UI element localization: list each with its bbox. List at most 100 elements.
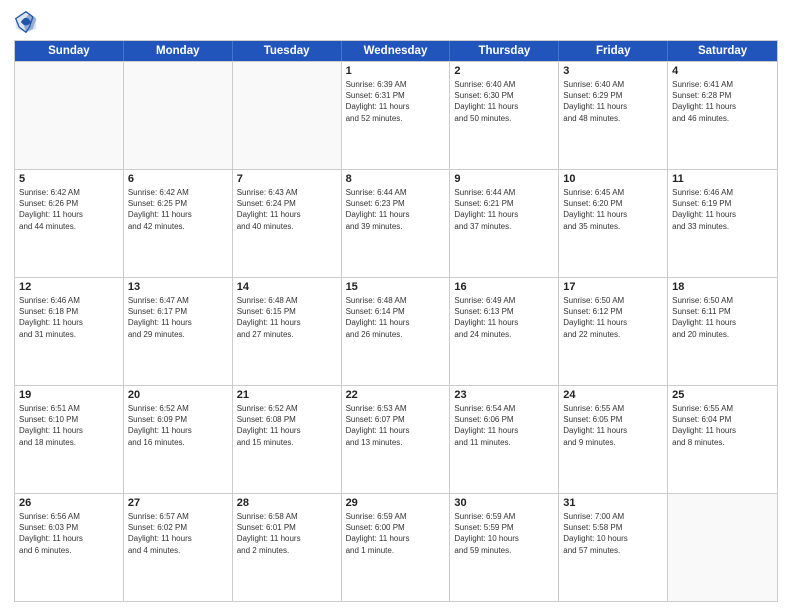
sunrise-line: Sunrise: 6:56 AM	[19, 511, 119, 522]
day-number: 26	[19, 497, 119, 509]
calendar-header-cell: Tuesday	[233, 41, 342, 61]
sunrise-line: Sunrise: 6:45 AM	[563, 187, 663, 198]
day-number: 30	[454, 497, 554, 509]
daylight-line: Daylight: 11 hours	[128, 533, 228, 544]
sunset-line: Sunset: 6:20 PM	[563, 198, 663, 209]
day-number: 25	[672, 389, 773, 401]
day-number: 17	[563, 281, 663, 293]
calendar-cell: 16Sunrise: 6:49 AMSunset: 6:13 PMDayligh…	[450, 278, 559, 385]
calendar-body: 1Sunrise: 6:39 AMSunset: 6:31 PMDaylight…	[15, 61, 777, 601]
sunset-line: Sunset: 6:05 PM	[563, 414, 663, 425]
sunset-line: Sunset: 6:28 PM	[672, 90, 773, 101]
day-number: 11	[672, 173, 773, 185]
sunrise-line: Sunrise: 6:57 AM	[128, 511, 228, 522]
calendar-cell: 31Sunrise: 7:00 AMSunset: 5:58 PMDayligh…	[559, 494, 668, 601]
day-number: 12	[19, 281, 119, 293]
sunrise-line: Sunrise: 6:52 AM	[237, 403, 337, 414]
daylight-line: and 46 minutes.	[672, 113, 773, 124]
sunset-line: Sunset: 6:19 PM	[672, 198, 773, 209]
daylight-line: and 57 minutes.	[563, 545, 663, 556]
sunrise-line: Sunrise: 6:52 AM	[128, 403, 228, 414]
calendar-cell: 29Sunrise: 6:59 AMSunset: 6:00 PMDayligh…	[342, 494, 451, 601]
sunset-line: Sunset: 5:58 PM	[563, 522, 663, 533]
day-number: 14	[237, 281, 337, 293]
calendar-cell: 1Sunrise: 6:39 AMSunset: 6:31 PMDaylight…	[342, 62, 451, 169]
day-number: 21	[237, 389, 337, 401]
calendar-cell: 30Sunrise: 6:59 AMSunset: 5:59 PMDayligh…	[450, 494, 559, 601]
daylight-line: and 15 minutes.	[237, 437, 337, 448]
sunset-line: Sunset: 6:31 PM	[346, 90, 446, 101]
sunset-line: Sunset: 6:21 PM	[454, 198, 554, 209]
sunset-line: Sunset: 6:15 PM	[237, 306, 337, 317]
sunset-line: Sunset: 6:26 PM	[19, 198, 119, 209]
sunset-line: Sunset: 6:25 PM	[128, 198, 228, 209]
daylight-line: Daylight: 11 hours	[346, 317, 446, 328]
calendar-cell: 9Sunrise: 6:44 AMSunset: 6:21 PMDaylight…	[450, 170, 559, 277]
daylight-line: Daylight: 11 hours	[672, 425, 773, 436]
sunrise-line: Sunrise: 6:55 AM	[672, 403, 773, 414]
logo-icon	[14, 10, 38, 34]
calendar-header-cell: Monday	[124, 41, 233, 61]
calendar-cell: 17Sunrise: 6:50 AMSunset: 6:12 PMDayligh…	[559, 278, 668, 385]
day-number: 23	[454, 389, 554, 401]
daylight-line: Daylight: 10 hours	[454, 533, 554, 544]
daylight-line: Daylight: 11 hours	[672, 101, 773, 112]
daylight-line: Daylight: 11 hours	[563, 317, 663, 328]
sunset-line: Sunset: 6:09 PM	[128, 414, 228, 425]
sunset-line: Sunset: 6:04 PM	[672, 414, 773, 425]
sunrise-line: Sunrise: 6:44 AM	[454, 187, 554, 198]
daylight-line: Daylight: 11 hours	[454, 101, 554, 112]
daylight-line: and 20 minutes.	[672, 329, 773, 340]
day-number: 8	[346, 173, 446, 185]
sunrise-line: Sunrise: 6:40 AM	[563, 79, 663, 90]
calendar-cell: 13Sunrise: 6:47 AMSunset: 6:17 PMDayligh…	[124, 278, 233, 385]
calendar-cell: 14Sunrise: 6:48 AMSunset: 6:15 PMDayligh…	[233, 278, 342, 385]
calendar-header-cell: Friday	[559, 41, 668, 61]
daylight-line: and 39 minutes.	[346, 221, 446, 232]
daylight-line: and 29 minutes.	[128, 329, 228, 340]
daylight-line: Daylight: 11 hours	[346, 209, 446, 220]
sunrise-line: Sunrise: 6:54 AM	[454, 403, 554, 414]
sunset-line: Sunset: 6:02 PM	[128, 522, 228, 533]
day-number: 28	[237, 497, 337, 509]
calendar-cell: 22Sunrise: 6:53 AMSunset: 6:07 PMDayligh…	[342, 386, 451, 493]
daylight-line: and 42 minutes.	[128, 221, 228, 232]
day-number: 9	[454, 173, 554, 185]
daylight-line: Daylight: 11 hours	[128, 425, 228, 436]
calendar-cell: 19Sunrise: 6:51 AMSunset: 6:10 PMDayligh…	[15, 386, 124, 493]
daylight-line: and 48 minutes.	[563, 113, 663, 124]
daylight-line: and 22 minutes.	[563, 329, 663, 340]
sunrise-line: Sunrise: 6:59 AM	[454, 511, 554, 522]
sunset-line: Sunset: 6:17 PM	[128, 306, 228, 317]
daylight-line: and 16 minutes.	[128, 437, 228, 448]
sunset-line: Sunset: 6:11 PM	[672, 306, 773, 317]
daylight-line: and 24 minutes.	[454, 329, 554, 340]
calendar-week-row: 26Sunrise: 6:56 AMSunset: 6:03 PMDayligh…	[15, 493, 777, 601]
daylight-line: Daylight: 11 hours	[237, 425, 337, 436]
calendar-cell: 7Sunrise: 6:43 AMSunset: 6:24 PMDaylight…	[233, 170, 342, 277]
daylight-line: and 11 minutes.	[454, 437, 554, 448]
calendar-cell: 11Sunrise: 6:46 AMSunset: 6:19 PMDayligh…	[668, 170, 777, 277]
sunrise-line: Sunrise: 6:42 AM	[128, 187, 228, 198]
sunset-line: Sunset: 6:30 PM	[454, 90, 554, 101]
calendar-cell	[668, 494, 777, 601]
calendar-cell	[233, 62, 342, 169]
sunrise-line: Sunrise: 6:39 AM	[346, 79, 446, 90]
sunrise-line: Sunrise: 6:40 AM	[454, 79, 554, 90]
day-number: 6	[128, 173, 228, 185]
daylight-line: Daylight: 11 hours	[19, 209, 119, 220]
daylight-line: and 31 minutes.	[19, 329, 119, 340]
sunset-line: Sunset: 6:12 PM	[563, 306, 663, 317]
daylight-line: and 59 minutes.	[454, 545, 554, 556]
day-number: 7	[237, 173, 337, 185]
sunrise-line: Sunrise: 6:58 AM	[237, 511, 337, 522]
day-number: 19	[19, 389, 119, 401]
sunrise-line: Sunrise: 6:53 AM	[346, 403, 446, 414]
day-number: 4	[672, 65, 773, 77]
sunset-line: Sunset: 6:14 PM	[346, 306, 446, 317]
daylight-line: Daylight: 11 hours	[454, 317, 554, 328]
day-number: 15	[346, 281, 446, 293]
daylight-line: Daylight: 11 hours	[19, 425, 119, 436]
sunset-line: Sunset: 6:24 PM	[237, 198, 337, 209]
daylight-line: Daylight: 11 hours	[237, 317, 337, 328]
